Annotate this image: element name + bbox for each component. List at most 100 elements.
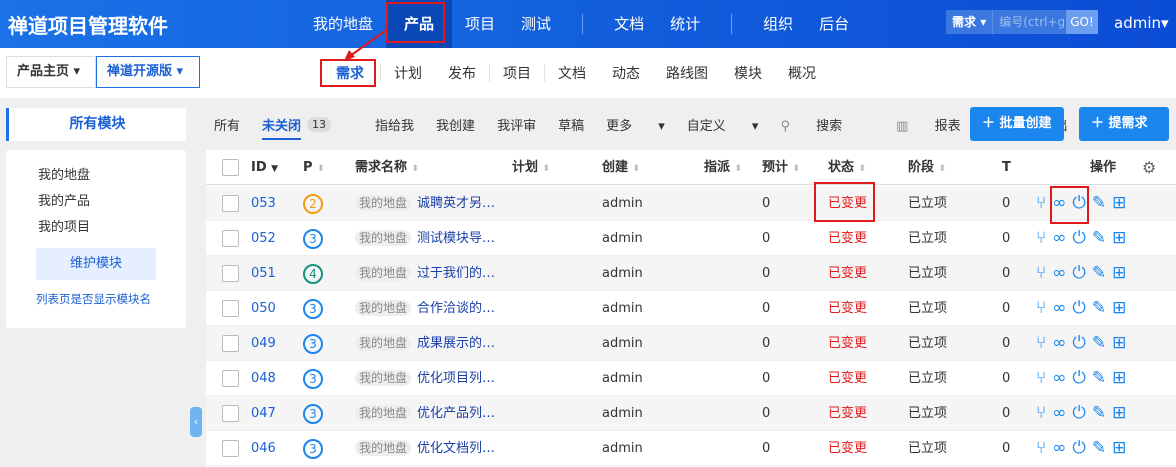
review-glasses-icon[interactable]: ∞ [1052,396,1066,431]
sidebar-item[interactable]: 我的地盘 [38,164,90,183]
row-checkbox[interactable] [222,440,239,457]
sidebar-item[interactable]: 我的项目 [38,216,90,235]
show-module-link[interactable]: 列表页是否显示模块名 [36,291,151,307]
col-estimate[interactable]: 预计 ⬍ [762,150,800,187]
close-icon[interactable]: ⏻ [1072,326,1085,361]
row-checkbox[interactable] [222,370,239,387]
story-id[interactable]: 046 [251,431,276,466]
nav-org[interactable]: 组织 [750,0,806,48]
filter-assigned[interactable]: 指给我 [375,115,414,134]
close-icon[interactable]: ⏻ [1072,291,1085,326]
story-id[interactable]: 052 [251,221,276,256]
story-id[interactable]: 047 [251,396,276,431]
close-icon[interactable]: ⏻ [1072,431,1085,466]
story-id[interactable]: 050 [251,291,276,326]
subdivide-icon[interactable]: ⊞ [1112,361,1126,396]
subnav-release[interactable]: 发布 [435,63,489,83]
breadcrumb-product-home[interactable]: 产品主页 ▾ [6,56,96,88]
filter-more[interactable]: 更多 ▾ [606,115,665,134]
search-type-select[interactable]: 需求 ▾ [946,10,992,34]
edit-icon[interactable]: ✎ [1092,361,1106,396]
subdivide-icon[interactable]: ⊞ [1112,256,1126,291]
col-plan[interactable]: 计划 ⬍ [512,150,550,187]
change-icon[interactable]: ⑂ [1036,221,1046,256]
review-glasses-icon[interactable]: ∞ [1052,291,1066,326]
story-title-link[interactable]: 过于我们的… [417,266,495,281]
search-button[interactable]: ⚲ 搜索 [780,115,864,134]
story-id[interactable]: 048 [251,361,276,396]
story-title-link[interactable]: 合作洽谈的… [417,301,495,316]
change-icon[interactable]: ⑂ [1036,326,1046,361]
change-icon[interactable]: ⑂ [1036,396,1046,431]
col-id[interactable]: ID ▼ [251,150,278,187]
story-title-link[interactable]: 优化产品列… [417,406,495,421]
edit-icon[interactable]: ✎ [1092,256,1106,291]
close-icon[interactable]: ⏻ [1072,256,1085,291]
subdivide-icon[interactable]: ⊞ [1112,221,1126,256]
create-story-button[interactable]: ＋ 提需求 [1079,107,1169,141]
gear-icon[interactable]: ⚙ [1142,150,1156,185]
subnav-project[interactable]: 项目 [490,63,544,83]
review-glasses-icon[interactable]: ∞ [1052,256,1066,291]
story-title-link[interactable]: 成果展示的… [417,336,495,351]
nav-admin[interactable]: 后台 [806,0,862,48]
story-id[interactable]: 049 [251,326,276,361]
review-glasses-icon[interactable]: ∞ [1052,361,1066,396]
subdivide-icon[interactable]: ⊞ [1112,326,1126,361]
edit-icon[interactable]: ✎ [1092,186,1106,221]
row-checkbox[interactable] [222,405,239,422]
col-pri[interactable]: P ⬍ [303,150,325,187]
close-icon[interactable]: ⏻ [1072,361,1085,396]
row-checkbox[interactable] [222,195,239,212]
col-title[interactable]: 需求名称 ⬍ [355,150,419,187]
filter-draft[interactable]: 草稿 [558,115,584,134]
subnav-dynamic[interactable]: 动态 [599,63,653,83]
filter-all[interactable]: 所有 [214,115,240,134]
maintain-module-button[interactable]: 维护模块 [36,248,156,280]
change-icon[interactable]: ⑂ [1036,361,1046,396]
row-checkbox[interactable] [222,335,239,352]
edit-icon[interactable]: ✎ [1092,396,1106,431]
subnav-overview[interactable]: 概况 [775,63,829,83]
filter-created[interactable]: 我创建 [436,115,475,134]
subdivide-icon[interactable]: ⊞ [1112,186,1126,221]
review-glasses-icon[interactable]: ∞ [1052,431,1066,466]
edit-icon[interactable]: ✎ [1092,221,1106,256]
edit-icon[interactable]: ✎ [1092,326,1106,361]
review-glasses-icon[interactable]: ∞ [1052,221,1066,256]
filter-review[interactable]: 我评审 [497,115,536,134]
sidebar-item[interactable]: 我的产品 [38,190,90,209]
sidebar-title[interactable]: 所有模块 [6,108,186,141]
col-stage[interactable]: 阶段 ⬍ [908,150,946,187]
subnav-plan[interactable]: 计划 [381,63,435,83]
subnav-roadmap[interactable]: 路线图 [653,63,721,83]
subdivide-icon[interactable]: ⊞ [1112,396,1126,431]
nav-test[interactable]: 测试 [508,0,564,48]
story-id[interactable]: 053 [251,186,276,221]
close-icon[interactable]: ⏻ [1072,221,1085,256]
change-icon[interactable]: ⑂ [1036,431,1046,466]
col-assigned[interactable]: 指派 ⬍ [704,150,742,187]
story-title-link[interactable]: 优化文档列… [417,441,495,456]
story-title-link[interactable]: 测试模块导… [417,231,495,246]
breadcrumb-product[interactable]: 禅道开源版 ▾ [96,56,200,88]
subdivide-icon[interactable]: ⊞ [1112,431,1126,466]
close-icon[interactable]: ⏻ [1072,396,1085,431]
collapse-sidebar-button[interactable]: ‹ [190,407,202,437]
change-icon[interactable]: ⑂ [1036,186,1046,221]
col-creator[interactable]: 创建 ⬍ [602,150,640,187]
story-id[interactable]: 051 [251,256,276,291]
edit-icon[interactable]: ✎ [1092,291,1106,326]
story-title-link[interactable]: 优化项目列… [417,371,495,386]
select-all-checkbox[interactable] [222,159,239,176]
batch-create-button[interactable]: ＋ 批量创建 [970,107,1064,141]
row-checkbox[interactable] [222,230,239,247]
filter-unclosed[interactable]: 未关闭 [262,115,302,140]
change-icon[interactable]: ⑂ [1036,291,1046,326]
edit-icon[interactable]: ✎ [1092,431,1106,466]
go-button[interactable]: GO! [1066,10,1098,34]
row-checkbox[interactable] [222,265,239,282]
nav-project[interactable]: 项目 [452,0,508,48]
review-glasses-icon[interactable]: ∞ [1052,326,1066,361]
search-input[interactable]: 编号(ctrl+g) [992,10,1066,34]
